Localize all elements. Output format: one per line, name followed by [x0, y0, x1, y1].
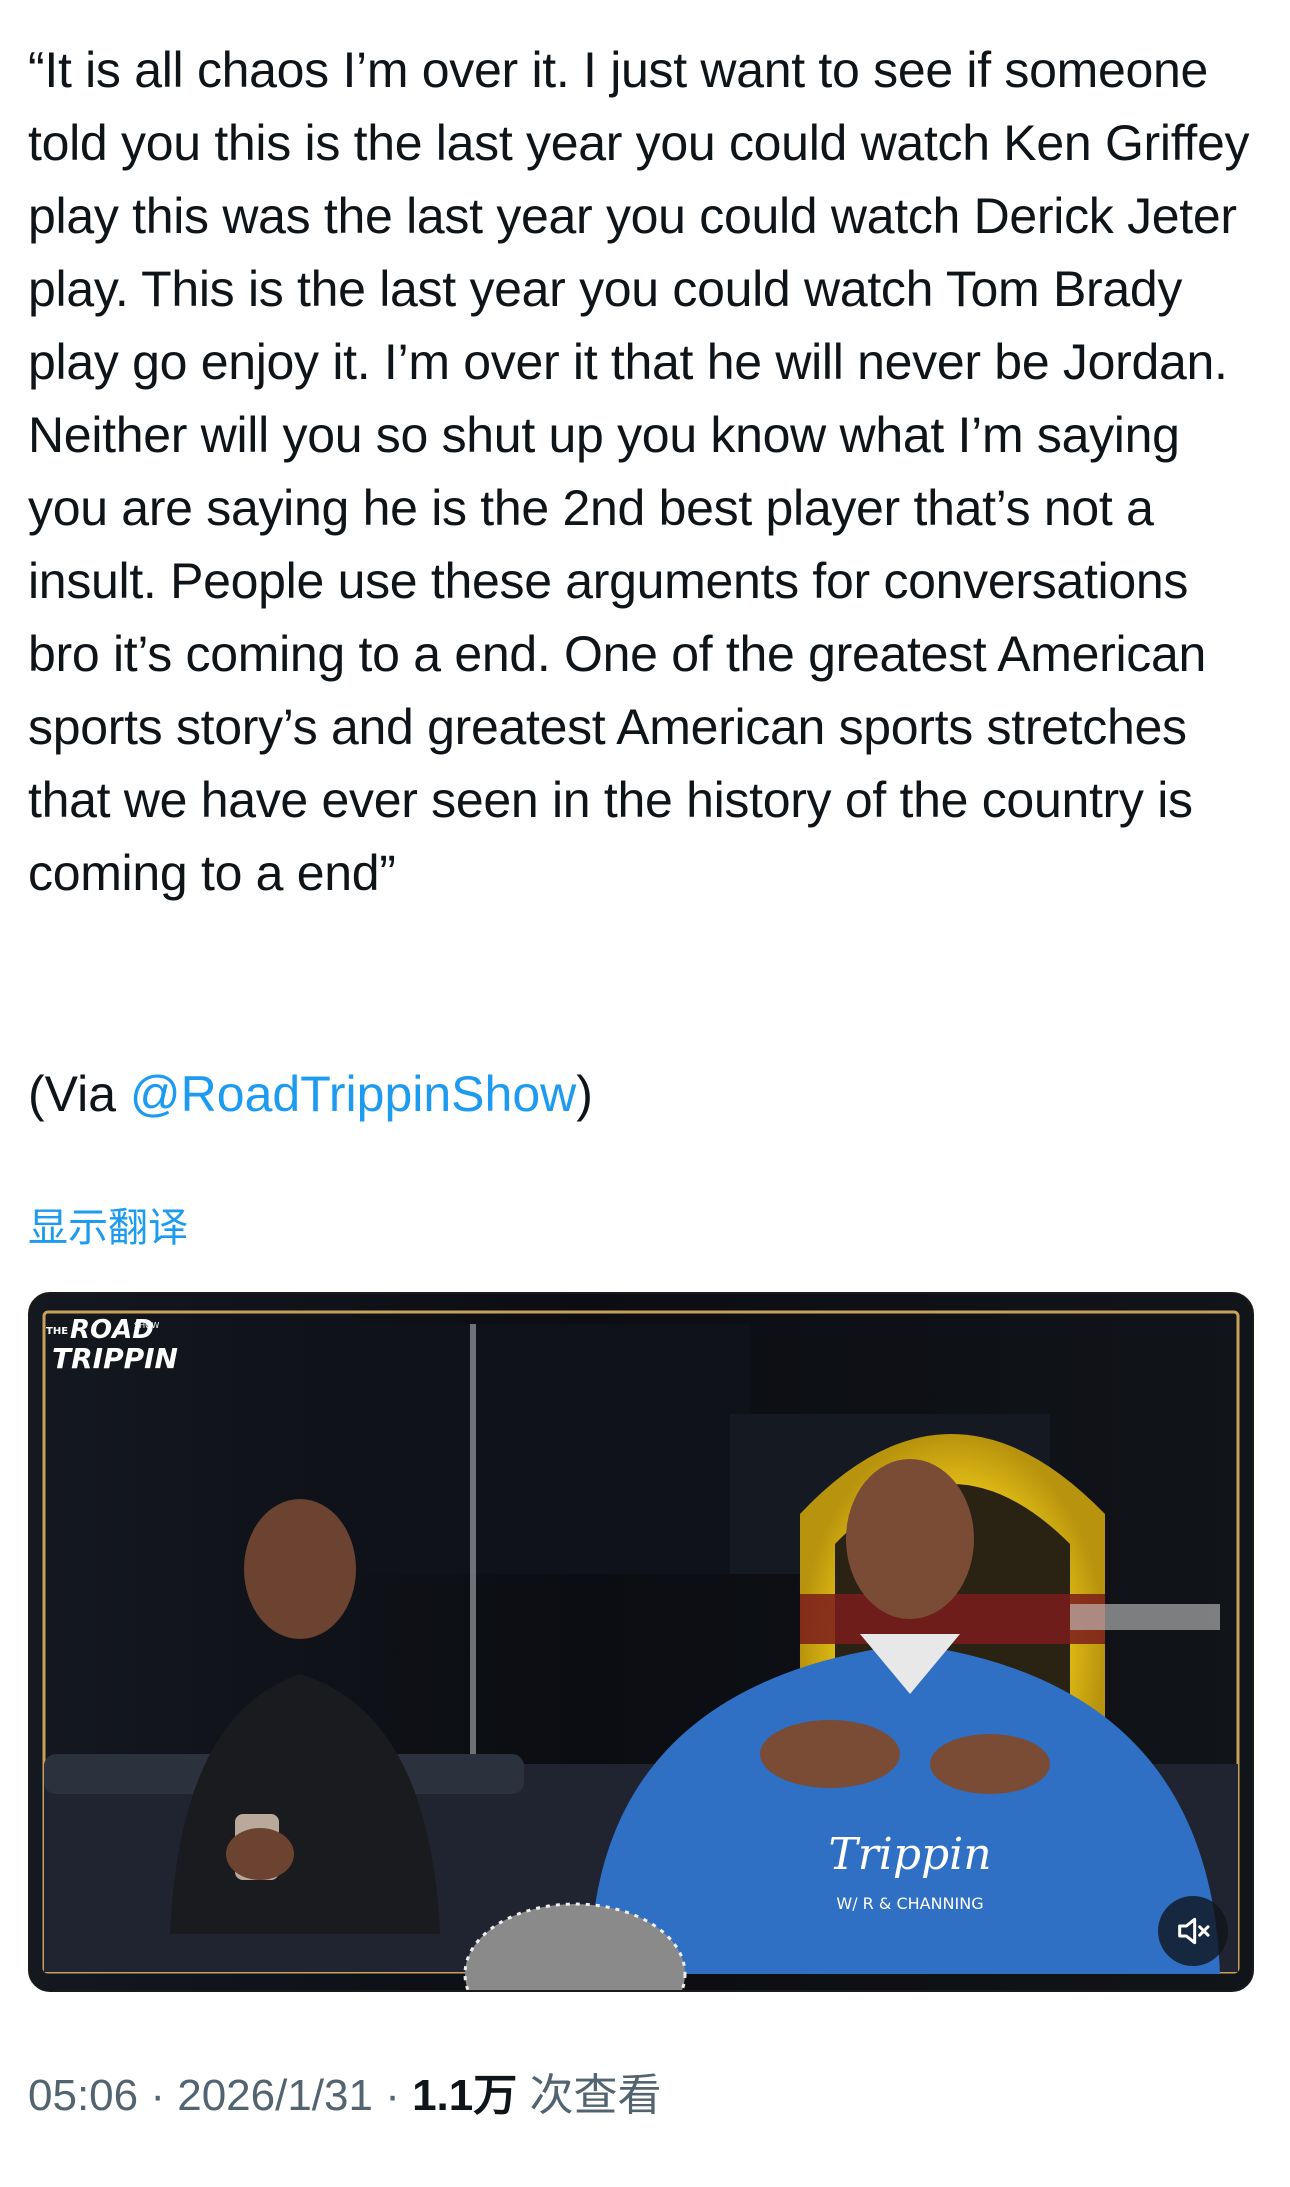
- logo-line2: TRIPPIN: [52, 1342, 178, 1375]
- hoodie-sub-text: W/ R & CHANNING: [836, 1894, 983, 1913]
- tweet-via-line: (Via @RoadTrippinShow): [28, 1058, 593, 1131]
- video-frame: Trippin W/ R & CHANNING THE ROAD TRIPPIN…: [30, 1294, 1252, 1990]
- logo-small-text: THE: [46, 1326, 68, 1337]
- show-translation-link[interactable]: 显示翻译: [28, 1200, 188, 1256]
- video-player[interactable]: Trippin W/ R & CHANNING THE ROAD TRIPPIN…: [28, 1292, 1254, 1992]
- separator: ·: [138, 2071, 178, 2120]
- mute-button[interactable]: [1158, 1896, 1228, 1966]
- via-prefix: (Via: [28, 1066, 130, 1122]
- logo-line1: ROAD: [70, 1315, 154, 1345]
- hoodie-logo-text: Trippin: [828, 1829, 991, 1880]
- tweet-meta: 05:06 · 2026/1/31 · 1.1万 次查看: [28, 2066, 661, 2126]
- volume-muted-icon: [1178, 1917, 1210, 1945]
- view-label: 次查看: [517, 2071, 662, 2120]
- tweet-time[interactable]: 05:06: [28, 2071, 138, 2120]
- tweet-detail: “It is all chaos I’m over it. I just wan…: [0, 0, 1290, 2187]
- separator: ·: [372, 2071, 413, 2120]
- view-count: 1.1万: [412, 2071, 518, 2120]
- tweet-body: “It is all chaos I’m over it. I just wan…: [28, 42, 1250, 901]
- mention-link[interactable]: @RoadTrippinShow: [130, 1066, 576, 1122]
- via-suffix: ): [576, 1066, 593, 1122]
- logo-show-text: SHOW: [134, 1321, 159, 1330]
- tweet-date[interactable]: 2026/1/31: [177, 2071, 373, 2120]
